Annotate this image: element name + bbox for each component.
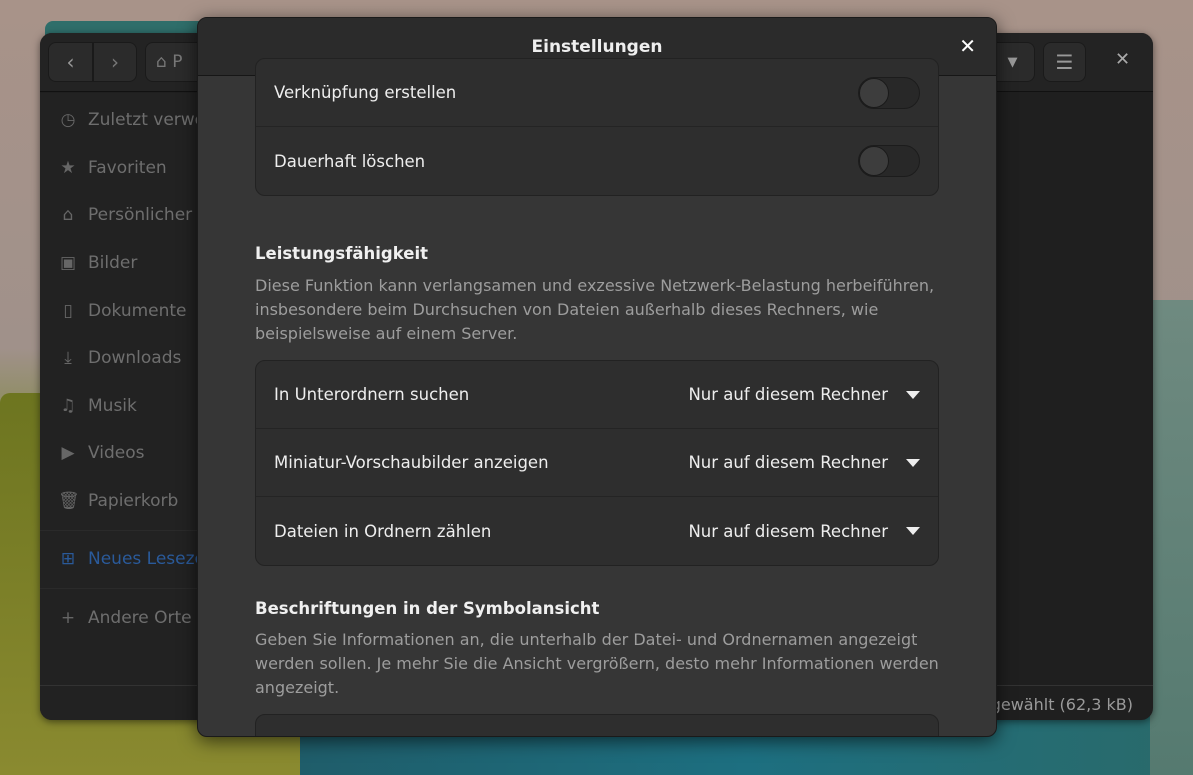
sidebar-item-label: Andere Orte [88, 608, 192, 628]
wallpaper [1150, 300, 1193, 775]
triangle-down-icon: ▼ [1007, 54, 1018, 70]
path-label: P [172, 52, 183, 72]
chevron-right-icon: › [111, 50, 119, 74]
image-icon: ▣ [59, 253, 77, 273]
sidebar-item[interactable]: ★ Favoriten [58, 153, 167, 183]
divider [40, 588, 200, 589]
close-button[interactable]: ✕ [1115, 49, 1130, 70]
section-description: Diese Funktion kann verlangsamen und exz… [255, 276, 935, 343]
sidebar-item-label: Dokumente [88, 301, 187, 321]
back-button[interactable]: ‹ [48, 42, 93, 82]
row-label: Miniatur-Vorschaubilder anzeigen [274, 453, 549, 472]
sidebar-item[interactable]: ▯ Dokumente [58, 296, 187, 326]
create-link-switch[interactable] [858, 76, 920, 109]
dropdown-value[interactable]: Nur auf diesem Rechner [688, 385, 888, 404]
chevron-left-icon: ‹ [66, 50, 75, 74]
sidebar-item-label: Favoriten [88, 158, 167, 178]
clock-icon: ◷ [60, 110, 76, 130]
section-heading: Beschriftungen in der Symbolansicht [255, 599, 600, 618]
home-icon: ⌂ [62, 205, 74, 225]
close-icon: ✕ [1115, 49, 1131, 70]
divider [40, 530, 200, 531]
star-icon: ★ [60, 158, 76, 178]
menu-button[interactable]: ☰ [1043, 42, 1086, 82]
sidebar-item[interactable]: ▣ Bilder [58, 248, 137, 278]
dropdown-arrow-icon [906, 458, 920, 467]
music-icon: ♫ [60, 396, 76, 416]
dropdown-value[interactable]: Nur auf diesem Rechner [688, 453, 888, 472]
sidebar-item[interactable]: ♫ Musik [58, 391, 137, 421]
performance-group: In Unterordnern suchen Nur auf diesem Rec… [255, 360, 939, 566]
row-label: Verknüpfung erstellen [274, 83, 457, 102]
trash-icon: 🗑 [58, 491, 80, 511]
sidebar-item[interactable]: ⤓ Downloads [58, 343, 181, 373]
delete-permanently-switch[interactable] [858, 145, 920, 177]
close-icon: ✕ [959, 34, 976, 58]
toggle-row: Verknüpfung erstellen [256, 59, 938, 127]
document-icon: ▯ [63, 301, 73, 321]
combo-row[interactable]: Dateien in Ordnern zählen Nur auf diesem … [256, 497, 938, 565]
combo-row[interactable]: Miniatur-Vorschaubilder anzeigen Nur auf … [256, 429, 938, 497]
dropdown-value[interactable]: Nur auf diesem Rechner [688, 522, 888, 541]
sidebar-item[interactable]: 🗑 Papierkorb [58, 486, 178, 516]
sidebar-item-label: Downloads [88, 348, 182, 368]
hamburger-icon: ☰ [1055, 50, 1074, 74]
sidebar-item-label: Musik [88, 396, 137, 416]
sidebar-item-label: Papierkorb [88, 491, 179, 511]
video-icon: ▶ [61, 443, 75, 463]
dropdown-arrow-icon [906, 390, 920, 399]
sidebar-item-label: Bilder [88, 253, 138, 273]
bookmark-add-icon: ⊞ [60, 549, 76, 569]
combo-row[interactable]: In Unterordnern suchen Nur auf diesem Rec… [256, 361, 938, 429]
toggle-group: Verknüpfung erstellen Dauerhaft löschen [255, 58, 939, 196]
captions-group [255, 714, 939, 736]
toggle-row: Dauerhaft löschen [256, 127, 938, 195]
sidebar-item[interactable]: + Andere Orte [58, 603, 192, 633]
dropdown-arrow-icon [906, 527, 920, 535]
sidebar: ◷ Zuletzt verwendet ★ Favoriten ⌂ Persönliche… [40, 93, 257, 720]
sidebar-item[interactable]: ▶ Videos [58, 438, 145, 468]
section-heading: Leistungsfähigkeit [255, 244, 428, 263]
home-icon: ⌂ [156, 52, 167, 72]
close-button[interactable]: ✕ [959, 34, 976, 58]
section-description: Geben Sie Informationen an, die unterhal… [255, 630, 939, 697]
dialog-title: Einstellungen [531, 36, 663, 57]
plus-icon: + [60, 608, 76, 628]
preferences-dialog: Einstellungen ✕ Verknüpfung erstellen Da… [197, 17, 997, 737]
forward-button[interactable]: › [93, 42, 137, 82]
status-text: gewählt (62,3 kB) [990, 695, 1133, 714]
row-label: In Unterordnern suchen [274, 385, 470, 404]
sidebar-item-label: Videos [88, 443, 145, 463]
row-label: Dateien in Ordnern zählen [274, 521, 492, 541]
row-label: Dauerhaft löschen [274, 151, 426, 171]
download-icon: ⤓ [64, 348, 72, 368]
